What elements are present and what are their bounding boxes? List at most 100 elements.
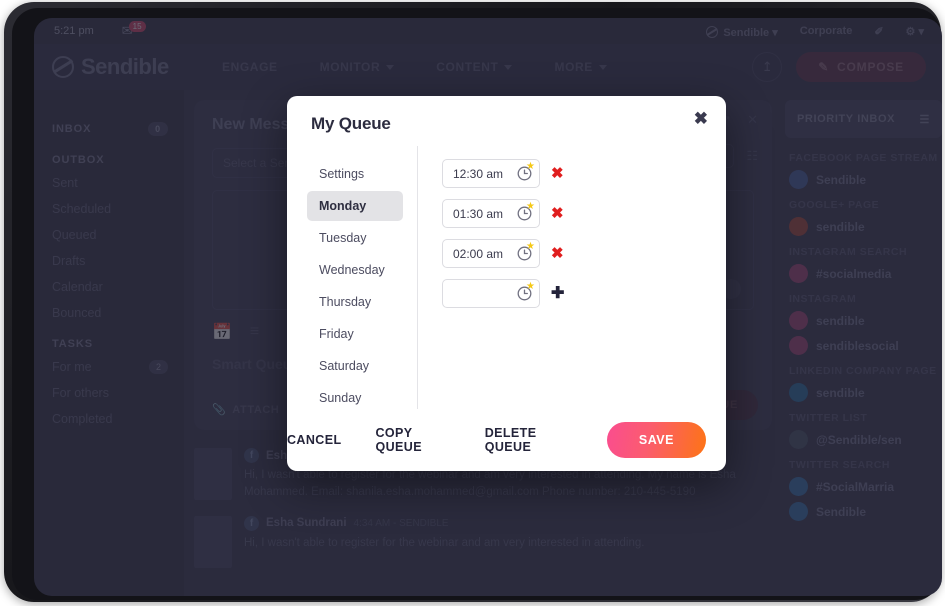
facebook-icon: f xyxy=(244,448,259,463)
app-screen: 5:21 pm ✉15 Sendible ▾ Corporate ✐ ⚙ ▾ S… xyxy=(34,18,942,596)
account-brand[interactable]: Sendible ▾ xyxy=(706,24,778,39)
stream-section-label: TWITTER LIST xyxy=(789,412,868,424)
stream-avatar-icon xyxy=(789,264,808,283)
message-body: Hi, I wasn't able to register for the we… xyxy=(244,469,736,499)
stream-name: sendible xyxy=(816,313,865,328)
stream-item[interactable]: sendiblesocial xyxy=(789,336,942,355)
stream-item[interactable]: #SocialMarria xyxy=(789,477,942,496)
sidebar-section-outbox: OUTBOX xyxy=(52,154,105,166)
wand-icon[interactable]: ✐ xyxy=(874,25,883,38)
sidebar-item-scheduled[interactable]: Scheduled xyxy=(52,202,184,216)
day-item-thursday[interactable]: Thursday xyxy=(307,287,403,317)
stream-section-label: LINKEDIN COMPANY PAGE xyxy=(789,365,937,377)
time-value: 02:00 am xyxy=(453,246,504,261)
close-icon[interactable]: ✕ xyxy=(747,112,758,128)
sidebar-item-bounced[interactable]: Bounced xyxy=(52,306,184,320)
attach-button[interactable]: 📎 ATTACH xyxy=(212,403,279,417)
stream-avatar-icon xyxy=(789,217,808,236)
nav-item-content[interactable]: CONTENT xyxy=(436,60,513,74)
star-icon: ★ xyxy=(526,281,535,292)
sidebar-item-sent[interactable]: Sent xyxy=(52,176,184,190)
day-item-settings[interactable]: Settings xyxy=(307,159,403,189)
sidebar-item-drafts[interactable]: Drafts xyxy=(52,254,184,268)
stream-item[interactable]: Sendible xyxy=(789,502,942,521)
time-input[interactable]: ★ xyxy=(442,279,540,308)
account-workspace[interactable]: Corporate xyxy=(800,25,853,37)
time-input[interactable]: 02:00 am ★ xyxy=(442,239,540,268)
compose-button[interactable]: ✎ COMPOSE xyxy=(796,52,926,82)
priority-inbox-header[interactable]: PRIORITY INBOX ☰ xyxy=(785,100,942,138)
inbox-count-badge: 0 xyxy=(148,122,168,136)
grid-icon[interactable]: ☷ xyxy=(746,148,758,164)
stream-avatar-icon xyxy=(789,477,808,496)
close-icon[interactable]: ✖ xyxy=(694,110,708,127)
app-logo[interactable]: Sendible xyxy=(52,54,222,80)
clock-icon[interactable]: ★ xyxy=(517,242,535,261)
right-sidebar: PRIORITY INBOX ☰ FACEBOOK PAGE STREAM Sen… xyxy=(777,100,942,596)
clock-icon[interactable]: ★ xyxy=(517,162,535,181)
sidebar-item-inbox[interactable]: INBOX 0 xyxy=(52,122,184,136)
nav-item-more[interactable]: MORE xyxy=(554,60,607,74)
modal-footer: CANCEL COPY QUEUE DELETE QUEUE SAVE xyxy=(287,409,726,471)
my-queue-modal: My Queue ✖ Settings Monday Tuesday Wednesda… xyxy=(287,96,726,471)
clock-icon[interactable]: ★ xyxy=(517,202,535,221)
save-button[interactable]: SAVE xyxy=(606,422,706,458)
day-item-saturday[interactable]: Saturday xyxy=(307,351,403,381)
mail-icon[interactable]: ✉15 xyxy=(122,21,150,39)
mail-badge: 15 xyxy=(128,21,146,32)
cancel-button[interactable]: CANCEL xyxy=(287,433,341,447)
avatar xyxy=(194,448,232,500)
message-meta: 4:34 AM - SENDIBLE xyxy=(353,517,449,529)
star-icon: ★ xyxy=(526,201,535,212)
nav-item-monitor[interactable]: MONITOR xyxy=(320,60,395,74)
sidebar-item-completed[interactable]: Completed xyxy=(52,412,184,426)
stream-item[interactable]: @Sendible/sen xyxy=(789,430,942,449)
stream-name: @Sendible/sen xyxy=(816,432,902,447)
star-icon: ★ xyxy=(526,241,535,252)
stream-item[interactable]: Sendible xyxy=(789,170,942,189)
time-slot-row: 02:00 am ★ ✖ xyxy=(442,239,564,268)
status-time: 5:21 pm xyxy=(54,25,94,37)
avatar xyxy=(194,515,232,568)
gear-icon[interactable]: ⚙ ▾ xyxy=(906,25,924,38)
remove-time-button[interactable]: ✖ xyxy=(551,246,564,261)
stream-name: sendiblesocial xyxy=(816,338,899,353)
upload-icon[interactable]: ↥ xyxy=(752,52,783,82)
time-slot-row: 12:30 am ★ ✖ xyxy=(442,159,564,188)
day-item-wednesday[interactable]: Wednesday xyxy=(307,255,403,285)
sidebar-item-for-others[interactable]: For others xyxy=(52,386,184,400)
chevron-down-icon xyxy=(598,64,607,70)
time-input[interactable]: 01:30 am ★ xyxy=(442,199,540,228)
sendible-logo-icon xyxy=(52,56,74,78)
day-item-monday[interactable]: Monday xyxy=(307,191,403,221)
sidebar-item-for-me[interactable]: For me 2 xyxy=(52,360,184,374)
sidebar-item-queued[interactable]: Queued xyxy=(52,228,184,242)
nav-item-engage[interactable]: ENGAGE xyxy=(222,60,278,74)
calendar-icon[interactable]: 📅 xyxy=(212,322,232,342)
time-value: 12:30 am xyxy=(453,166,504,181)
list-icon[interactable]: ≡ xyxy=(250,323,259,341)
day-item-friday[interactable]: Friday xyxy=(307,319,403,349)
clock-icon[interactable]: ★ xyxy=(517,282,535,301)
stream-item[interactable]: #socialmedia xyxy=(789,264,942,283)
copy-queue-button[interactable]: COPY QUEUE xyxy=(375,426,450,454)
time-slot-row: 01:30 am ★ ✖ xyxy=(442,199,564,228)
stream-avatar-icon xyxy=(789,502,808,521)
remove-time-button[interactable]: ✖ xyxy=(551,206,564,221)
add-time-button[interactable]: ✚ xyxy=(551,285,564,302)
day-item-tuesday[interactable]: Tuesday xyxy=(307,223,403,253)
for-me-count-badge: 2 xyxy=(148,360,168,374)
stream-item[interactable]: sendible xyxy=(789,217,942,236)
stream-section-label: GOOGLE+ PAGE xyxy=(789,199,880,211)
remove-time-button[interactable]: ✖ xyxy=(551,166,564,181)
stream-item[interactable]: sendible xyxy=(789,383,942,402)
nav-right-actions: ↥ ✎ COMPOSE xyxy=(752,44,926,90)
delete-queue-button[interactable]: DELETE QUEUE xyxy=(485,426,573,454)
stream-section-label: INSTAGRAM xyxy=(789,293,857,305)
time-input[interactable]: 12:30 am ★ xyxy=(442,159,540,188)
stream-item[interactable]: sendible xyxy=(789,311,942,330)
menu-icon[interactable]: ☰ xyxy=(920,113,930,126)
stream-avatar-icon xyxy=(789,383,808,402)
sidebar-item-calendar[interactable]: Calendar xyxy=(52,280,184,294)
feed-message[interactable]: f Esha Sundrani 4:34 AM - SENDIBLE Hi, I wa… xyxy=(194,515,772,568)
